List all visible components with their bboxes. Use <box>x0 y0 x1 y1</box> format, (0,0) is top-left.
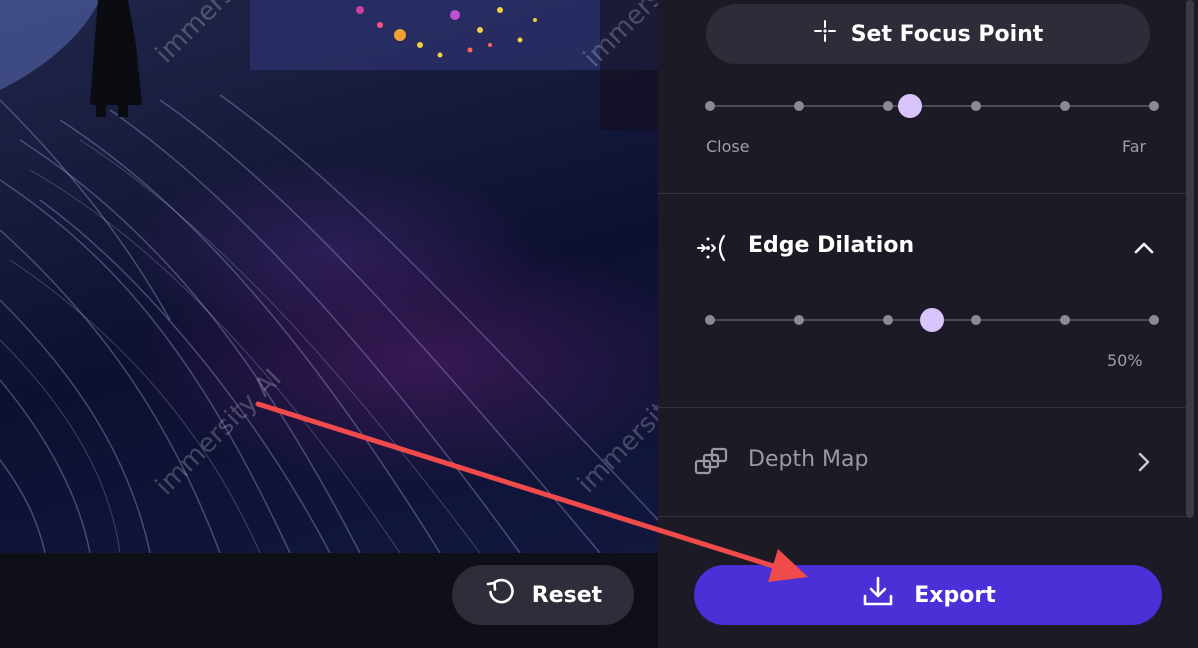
focus-slider-tick[interactable] <box>793 101 804 111</box>
edge-dilation-icon <box>696 233 728 267</box>
depth-map-icon <box>694 447 728 481</box>
download-icon <box>860 574 896 616</box>
panel-scrollbar[interactable] <box>1186 0 1194 518</box>
edge-dilation-slider-tick[interactable] <box>1149 315 1159 325</box>
edge-dilation-slider-tick[interactable] <box>882 315 893 325</box>
depth-map-title: Depth Map <box>748 447 869 472</box>
reset-icon <box>484 575 518 615</box>
edge-dilation-title: Edge Dilation <box>748 233 915 258</box>
preview-scene <box>0 0 658 553</box>
focus-slider-thumb[interactable] <box>897 94 922 118</box>
focus-slider-tick[interactable] <box>1060 101 1071 111</box>
edge-dilation-slider-tick[interactable] <box>971 315 982 325</box>
section-divider <box>658 516 1186 517</box>
export-label: Export <box>914 582 996 608</box>
section-divider <box>658 407 1186 408</box>
focus-slider-tick[interactable] <box>705 101 715 111</box>
edge-dilation-slider-tick[interactable] <box>793 315 804 325</box>
export-button[interactable]: Export <box>694 565 1162 625</box>
chevron-up-icon[interactable] <box>1132 236 1156 264</box>
edge-dilation-slider-thumb[interactable] <box>920 308 944 332</box>
focus-slider[interactable] <box>705 91 1159 121</box>
focus-slider-tick[interactable] <box>1149 101 1159 111</box>
focus-slider-track <box>710 105 1154 107</box>
section-divider <box>658 193 1186 194</box>
edge-dilation-value: 50% <box>1107 351 1143 370</box>
image-preview[interactable]: immersity AI immersity AI immersity AI i… <box>0 0 658 553</box>
focus-min-label: Close <box>706 137 750 156</box>
reset-button[interactable]: Reset <box>452 565 634 625</box>
edge-dilation-slider-tick[interactable] <box>1060 315 1071 325</box>
focus-max-label: Far <box>1122 137 1147 156</box>
set-focus-point-label: Set Focus Point <box>850 21 1044 47</box>
set-focus-point-button[interactable]: Set Focus Point <box>706 4 1150 64</box>
focus-slider-tick[interactable] <box>971 101 982 111</box>
crosshair-icon <box>813 19 837 49</box>
edge-dilation-slider-tick[interactable] <box>705 315 715 325</box>
chevron-right-icon[interactable] <box>1132 450 1156 478</box>
focus-slider-tick[interactable] <box>882 101 893 111</box>
edge-dilation-slider[interactable] <box>705 305 1159 335</box>
reset-label: Reset <box>531 582 603 608</box>
